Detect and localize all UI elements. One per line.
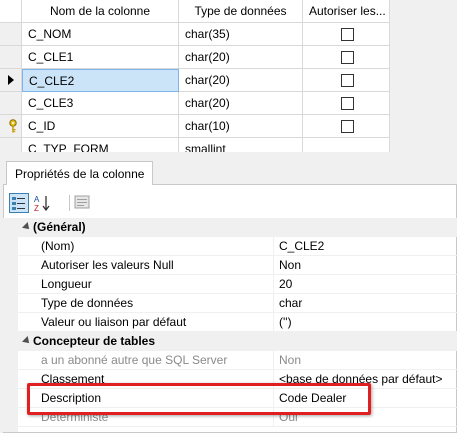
grid-header-row: Nom de la colonne Type de données Autori… — [0, 0, 457, 23]
column-divider — [273, 351, 274, 370]
data-type-cell[interactable]: char(10) — [179, 115, 303, 138]
tab-column-properties[interactable]: Propriétés de la colonne — [6, 161, 154, 185]
collapse-icon[interactable] — [22, 336, 32, 346]
column-name-cell[interactable]: C_CLE1 — [22, 46, 179, 69]
property-value[interactable]: 20 — [279, 277, 455, 291]
alphabetical-sort-icon: A Z — [34, 195, 50, 213]
alphabetical-button[interactable]: A Z — [32, 193, 52, 213]
panel-splitter[interactable] — [0, 152, 457, 160]
column-name-cell[interactable]: C_NOM — [22, 23, 179, 46]
property-label: Valeur ou liaison par défaut — [41, 315, 187, 329]
property-grid-margin — [3, 218, 18, 432]
column-name-cell[interactable]: C_TYP_FORM — [22, 138, 179, 152]
property-pages-icon — [74, 195, 90, 209]
property-label: Type de données — [41, 296, 134, 310]
property-row-name[interactable]: (Nom) C_CLE2 — [18, 237, 457, 256]
property-pages-button[interactable] — [73, 193, 93, 213]
data-type-cell[interactable]: char(20) — [179, 46, 303, 69]
description-highlight-annotation — [27, 383, 371, 415]
property-label: Autoriser les valeurs Null — [41, 258, 174, 272]
current-row-arrow-icon — [8, 75, 14, 85]
allow-nulls-checkbox[interactable] — [341, 28, 354, 41]
property-row-non-sql-subscriber: a un abonné autre que SQL Server Non — [18, 351, 457, 370]
column-divider — [273, 275, 274, 294]
column-divider — [273, 294, 274, 313]
columns-grid: Nom de la colonne Type de données Autori… — [0, 0, 457, 152]
header-column-name[interactable]: Nom de la colonne — [22, 0, 179, 23]
categorized-button[interactable] — [9, 193, 29, 213]
property-value[interactable]: ('') — [279, 315, 455, 329]
data-type-cell[interactable]: char(35) — [179, 23, 303, 46]
allow-nulls-checkbox[interactable] — [341, 97, 354, 110]
table-row[interactable]: C_NOM char(35) — [0, 23, 457, 46]
allow-nulls-cell — [303, 69, 390, 92]
category-table-designer[interactable]: Concepteur de tables — [18, 332, 457, 351]
category-label: (Général) — [33, 220, 86, 234]
data-type-cell[interactable]: smallint — [179, 138, 303, 152]
allow-nulls-checkbox[interactable] — [341, 74, 354, 87]
category-general[interactable]: (Général) — [18, 218, 457, 237]
row-selector[interactable] — [0, 69, 22, 92]
allow-nulls-cell — [303, 46, 390, 69]
categorized-icon — [12, 197, 25, 210]
allow-nulls-cell — [303, 115, 390, 138]
row-selector[interactable] — [0, 23, 22, 46]
row-selector[interactable] — [0, 138, 22, 152]
data-type-cell[interactable]: char(20) — [179, 69, 303, 92]
property-value: Non — [279, 353, 302, 367]
property-value[interactable]: char — [279, 296, 455, 310]
property-value[interactable]: Non — [279, 258, 455, 272]
column-name-cell[interactable]: C_ID — [22, 115, 179, 138]
column-name-cell[interactable]: C_CLE2 — [22, 69, 179, 92]
svg-text:Z: Z — [34, 204, 39, 213]
category-label: Concepteur de tables — [33, 334, 156, 348]
header-allow-nulls[interactable]: Autoriser les... — [303, 0, 390, 23]
row-selector[interactable] — [0, 115, 22, 138]
table-row[interactable]: C_TYP_FORM smallint — [0, 138, 457, 152]
table-row[interactable]: C_CLE1 char(20) — [0, 46, 457, 69]
column-divider — [273, 237, 274, 256]
table-row[interactable]: C_ID char(10) — [0, 115, 457, 138]
collapse-icon[interactable] — [22, 222, 32, 232]
header-data-type[interactable]: Type de données — [179, 0, 303, 23]
column-divider — [273, 256, 274, 275]
primary-key-icon — [9, 119, 17, 133]
column-name-cell[interactable]: C_CLE3 — [22, 92, 179, 115]
data-type-cell[interactable]: char(20) — [179, 92, 303, 115]
row-selector[interactable] — [0, 46, 22, 69]
property-row-length[interactable]: Longueur 20 — [18, 275, 457, 294]
allow-nulls-checkbox[interactable] — [341, 120, 354, 133]
toolbar-separator — [69, 195, 70, 211]
property-label: (Nom) — [41, 239, 75, 253]
properties-toolbar: A Z — [9, 193, 454, 215]
table-row[interactable]: C_CLE3 char(20) — [0, 92, 457, 115]
property-label: a un abonné autre que SQL Server — [41, 353, 228, 367]
allow-nulls-cell — [303, 23, 390, 46]
property-value[interactable]: C_CLE2 — [279, 239, 455, 253]
property-row-allow-nulls[interactable]: Autoriser les valeurs Null Non — [18, 256, 457, 275]
column-divider — [273, 313, 274, 332]
row-selector-header — [0, 0, 22, 23]
property-row-data-type[interactable]: Type de données char — [18, 294, 457, 313]
allow-nulls-checkbox[interactable] — [341, 51, 354, 64]
svg-text:A: A — [34, 195, 40, 204]
allow-nulls-cell — [303, 138, 390, 152]
allow-nulls-cell — [303, 92, 390, 115]
property-row-default-value[interactable]: Valeur ou liaison par défaut ('') — [18, 313, 457, 332]
property-label: Longueur — [41, 277, 92, 291]
table-row[interactable]: C_CLE2 char(20) — [0, 69, 457, 92]
row-selector[interactable] — [0, 92, 22, 115]
